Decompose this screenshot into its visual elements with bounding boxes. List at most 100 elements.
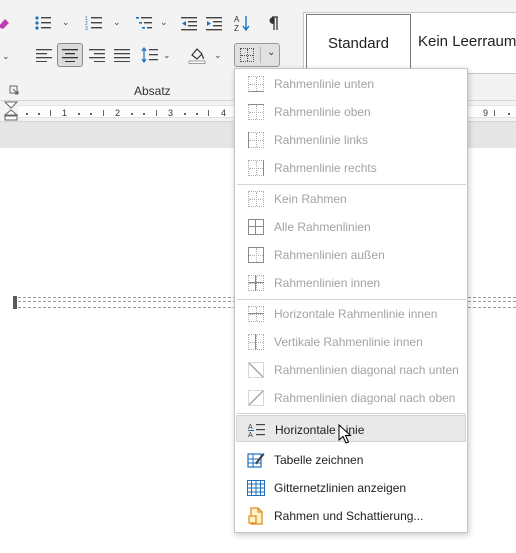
menu-item-border-bottom[interactable]: Rahmenlinie unten [236, 70, 466, 97]
ruler-dot [184, 113, 186, 115]
border-top-icon [248, 104, 264, 120]
ruler-dot [38, 113, 40, 115]
multilevel-dropdown-icon[interactable]: ⌄ [160, 17, 168, 28]
menu-item-label: Rahmenlinie links [274, 133, 369, 147]
style-standard-label: Standard [328, 34, 389, 52]
menu-item-inside-vertical-border[interactable]: Vertikale Rahmenlinie innen [236, 328, 466, 355]
align-center-button[interactable] [57, 43, 83, 67]
border-bottom-icon [248, 76, 264, 92]
chevron-down-icon[interactable]: ⌄ [2, 51, 10, 62]
increase-indent-icon[interactable] [203, 12, 225, 34]
sort-icon[interactable]: AZ [232, 12, 254, 34]
align-left-icon[interactable] [33, 44, 55, 66]
dialog-launcher-icon[interactable] [9, 85, 19, 95]
ruler-dot [78, 113, 80, 115]
justify-icon[interactable] [111, 44, 133, 66]
ruler-tick [50, 110, 51, 116]
menu-item-label: Vertikale Rahmenlinie innen [274, 335, 423, 349]
style-standard[interactable]: Standard [306, 14, 411, 72]
ruler-number: 2 [115, 108, 121, 118]
menu-item-diagonal-down[interactable]: Rahmenlinien diagonal nach unten [236, 356, 466, 383]
borders-icon [240, 48, 254, 62]
ruler-dot [196, 113, 198, 115]
ruler-dot [131, 113, 133, 115]
indent-marker[interactable] [4, 101, 18, 121]
ruler-dot [26, 113, 28, 115]
outside-borders-icon [248, 247, 264, 263]
menu-item-all-borders[interactable]: Alle Rahmenlinien [236, 213, 466, 240]
menu-item-label: Rahmenlinie rechts [274, 161, 377, 175]
draw-table-icon [247, 452, 265, 468]
menu-item-label: Rahmenlinie unten [274, 77, 375, 91]
shading-dropdown-icon[interactable]: ⌄ [214, 50, 222, 61]
menu-item-label: Rahmenlinien innen [274, 276, 381, 290]
svg-text:A: A [248, 432, 253, 438]
borders-button-divider [260, 47, 261, 63]
bullets-icon[interactable] [32, 12, 54, 34]
svg-text:Z: Z [234, 24, 239, 32]
border-left-icon [248, 132, 264, 148]
bullets-dropdown-icon[interactable]: ⌄ [62, 17, 70, 28]
borders-dropdown-menu: Rahmenlinie unten Rahmenlinie oben Rahme… [234, 68, 468, 533]
menu-item-inside-borders[interactable]: Rahmenlinien innen [236, 269, 466, 296]
borders-button[interactable]: ⌄ [234, 43, 280, 67]
menu-item-label: Gitternetzlinien anzeigen [274, 481, 407, 495]
menu-item-label: Kein Rahmen [274, 192, 347, 206]
inside-vertical-border-icon [248, 334, 264, 350]
no-border-icon [248, 191, 264, 207]
ruler-number: 1 [62, 108, 68, 118]
menu-item-label: Horizontale Rahmenlinie innen [274, 307, 438, 321]
menu-item-diagonal-up[interactable]: Rahmenlinien diagonal nach oben [236, 384, 466, 411]
svg-text:A: A [248, 424, 253, 431]
ruler-dot [508, 113, 510, 115]
menu-item-label: Rahmenlinien diagonal nach unten [274, 363, 459, 377]
inside-horizontal-border-icon [248, 306, 264, 322]
borders-dropdown-icon[interactable]: ⌄ [267, 47, 275, 58]
menu-item-outside-borders[interactable]: Rahmenlinien außen [236, 241, 466, 268]
multilevel-list-icon[interactable] [133, 12, 155, 34]
paragraph-group-label: Absatz [134, 84, 171, 98]
menu-separator [237, 413, 466, 414]
diagonal-up-border-icon [248, 390, 264, 406]
menu-item-label: Tabelle zeichnen [274, 453, 364, 467]
menu-item-border-top[interactable]: Rahmenlinie oben [236, 98, 466, 125]
menu-item-label: Rahmen und Schattierung... [274, 509, 424, 523]
ruler-dot [90, 113, 92, 115]
menu-item-label: Rahmenlinie oben [274, 105, 371, 119]
menu-item-border-left[interactable]: Rahmenlinie links [236, 126, 466, 153]
paragraph-marker [13, 296, 17, 309]
mouse-cursor-icon [338, 424, 352, 444]
menu-item-borders-shading[interactable]: Rahmen und Schattierung... [236, 502, 466, 529]
clear-formatting-icon[interactable] [0, 12, 14, 34]
border-right-icon [248, 160, 264, 176]
menu-item-inside-horizontal-border[interactable]: Horizontale Rahmenlinie innen [236, 300, 466, 327]
view-gridlines-icon [247, 480, 265, 496]
ruler-tick [494, 110, 495, 116]
menu-item-draw-table[interactable]: Tabelle zeichnen [236, 446, 466, 473]
ruler-dot [143, 113, 145, 115]
menu-item-label: Rahmenlinien diagonal nach oben [274, 391, 456, 405]
line-spacing-dropdown-icon[interactable]: ⌄ [163, 50, 171, 61]
numbering-dropdown-icon[interactable]: ⌄ [113, 17, 121, 28]
ruler-number: 9 [483, 108, 489, 118]
diagonal-down-border-icon [248, 362, 264, 378]
numbering-icon[interactable]: 123 [83, 12, 105, 34]
decrease-indent-icon[interactable] [178, 12, 200, 34]
borders-shading-icon [248, 507, 264, 525]
ruler-tick [103, 110, 104, 116]
menu-item-border-right[interactable]: Rahmenlinie rechts [236, 154, 466, 181]
shading-icon[interactable] [186, 44, 208, 66]
menu-item-view-gridlines[interactable]: Gitternetzlinien anzeigen [236, 474, 466, 501]
ruler-number: 3 [168, 108, 174, 118]
show-paragraph-marks-icon[interactable] [262, 12, 284, 34]
ruler-number: 4 [221, 108, 227, 118]
line-spacing-icon[interactable] [139, 44, 161, 66]
horizontal-line-icon: AA [248, 422, 265, 438]
style-kein-leerraum[interactable]: Kein Leerraum [418, 33, 516, 50]
svg-text:A: A [234, 15, 240, 24]
menu-item-no-border[interactable]: Kein Rahmen [236, 185, 466, 212]
ruler-tick [208, 110, 209, 116]
align-right-icon[interactable] [86, 44, 108, 66]
menu-item-label: Alle Rahmenlinien [274, 220, 371, 234]
svg-text:3: 3 [85, 26, 88, 31]
